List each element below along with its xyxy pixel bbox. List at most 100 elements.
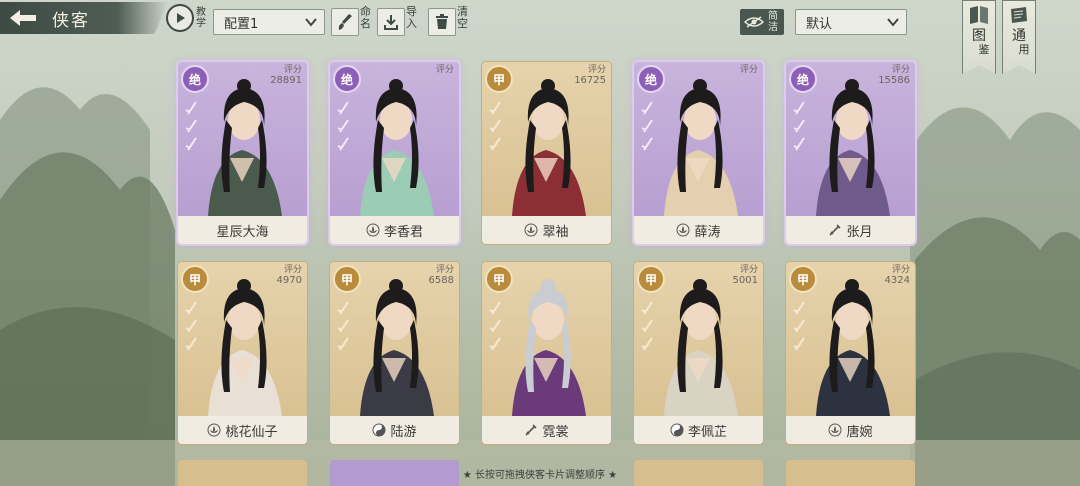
trash-icon [436, 14, 448, 29]
eye-icon [744, 16, 764, 28]
score-label: 评分 [283, 65, 302, 75]
common-label-2: 用 [1018, 43, 1030, 56]
hero-name-bar: 星辰大海 [178, 216, 307, 244]
back-arrow-icon [10, 10, 36, 26]
lotus-icon [207, 423, 221, 437]
top-bar: 侠客 教学 配置1 命名 导入 清空 简洁 默认 图 鉴 通 用 [0, 0, 1080, 74]
score-box: 评分 16725 [574, 65, 606, 86]
back-button[interactable]: 侠客 [0, 2, 168, 34]
hero-card[interactable]: 绝 评分薛涛 [634, 62, 763, 244]
score-value: 6588 [428, 275, 454, 286]
hero-name: 星辰大海 [216, 224, 269, 240]
score-label: 评分 [435, 65, 454, 75]
star-swords-icon [337, 101, 349, 151]
hero-card[interactable]: 甲 评分 4970 桃花仙子 [178, 262, 307, 444]
rank-badge: 绝 [637, 65, 665, 93]
rank-badge: 甲 [485, 65, 513, 93]
rank-badge: 甲 [637, 265, 665, 293]
rank-badge: 甲 [789, 265, 817, 293]
score-label: 评分 [739, 265, 758, 275]
star-swords-icon [793, 101, 805, 151]
rank-badge: 甲 [485, 265, 513, 293]
score-value: 16725 [574, 75, 606, 86]
config-value: 配置1 [224, 16, 259, 32]
hero-card[interactable]: 甲 评分 6588 陆游 [330, 262, 459, 444]
sword-icon [525, 424, 538, 436]
play-icon [177, 13, 185, 23]
clear-button[interactable] [428, 8, 456, 36]
hero-card[interactable]: 甲 评分 16725 翠袖 [482, 62, 611, 244]
rename-button[interactable] [331, 8, 359, 36]
rename-label: 命名 [360, 5, 371, 30]
lotus-icon [676, 223, 690, 237]
atlas-button[interactable]: 图 鉴 [962, 0, 996, 74]
rank-badge: 甲 [181, 265, 209, 293]
score-label: 评分 [891, 265, 910, 275]
hero-card[interactable]: 绝 评分 李香君 [330, 62, 459, 244]
brush-icon [338, 14, 352, 30]
hero-name-bar: 薛涛 [634, 216, 763, 244]
chevron-down-icon [887, 18, 899, 27]
book-icon [970, 6, 988, 24]
star-swords-icon [641, 301, 653, 351]
star-swords-icon [793, 301, 805, 351]
import-button[interactable] [377, 8, 405, 36]
hero-card[interactable]: 甲霓裳 [482, 262, 611, 444]
star-swords-icon [185, 101, 197, 151]
tutorial-button[interactable]: 教学 [166, 4, 208, 32]
score-box: 评分 [436, 65, 454, 75]
hero-name-bar: 翠袖 [482, 216, 611, 244]
hero-name: 陆游 [390, 424, 417, 440]
star-swords-icon [489, 301, 501, 351]
import-label: 导入 [406, 5, 417, 30]
drag-hint: ★ 长按可拖拽侠客卡片调整顺序 ★ [462, 470, 618, 481]
simple-label: 简洁 [768, 11, 778, 33]
star-swords-icon [337, 301, 349, 351]
taiji-icon [670, 423, 684, 437]
hero-card[interactable]: 绝 评分 28891 星辰大海 [178, 62, 307, 244]
common-label-1: 通 [1012, 28, 1026, 44]
hero-name: 桃花仙子 [225, 424, 278, 440]
score-value: 28891 [270, 75, 302, 86]
tutorial-label: 教学 [196, 7, 206, 29]
score-box: 评分 6588 [429, 265, 454, 286]
lotus-icon [524, 223, 538, 237]
sort-select[interactable]: 默认 [795, 9, 907, 35]
score-box: 评分 5001 [733, 265, 758, 286]
hero-name-bar: 霓裳 [482, 416, 611, 444]
hero-name: 唐婉 [846, 424, 873, 440]
hero-name-bar: 唐婉 [786, 416, 915, 444]
score-box: 评分 4970 [277, 265, 302, 286]
hero-card[interactable]: 甲 评分 4324 唐婉 [786, 262, 915, 444]
star-swords-icon [489, 101, 501, 151]
hero-name-bar: 李香君 [330, 216, 459, 244]
hero-name-bar: 桃花仙子 [178, 416, 307, 444]
sword-icon [829, 224, 842, 236]
star-swords-icon [641, 101, 653, 151]
hero-name-bar: 张月 [786, 216, 915, 244]
simple-view-toggle[interactable]: 简洁 [740, 9, 784, 35]
hero-card[interactable]: 甲 评分 5001 李佩芷 [634, 262, 763, 444]
score-value: 15586 [878, 75, 910, 86]
rank-badge: 甲 [333, 265, 361, 293]
hero-name: 翠袖 [542, 224, 569, 240]
taiji-icon [372, 423, 386, 437]
score-box: 评分 15586 [878, 65, 910, 86]
score-label: 评分 [739, 65, 758, 75]
score-label: 评分 [587, 65, 606, 75]
config-select[interactable]: 配置1 [213, 9, 325, 35]
hero-name: 薛涛 [694, 224, 721, 240]
lotus-icon [828, 423, 842, 437]
common-button[interactable]: 通 用 [1002, 0, 1036, 74]
score-label: 评分 [283, 265, 302, 275]
score-label: 评分 [435, 265, 454, 275]
hero-name-bar: 李佩芷 [634, 416, 763, 444]
page-title: 侠客 [52, 10, 90, 31]
atlas-label-1: 图 [972, 28, 986, 44]
lotus-icon [366, 223, 380, 237]
hero-card[interactable]: 绝 评分 15586 张月 [786, 62, 915, 244]
score-value: 5001 [732, 275, 758, 286]
rank-badge: 绝 [181, 65, 209, 93]
score-box: 评分 4324 [885, 265, 910, 286]
import-icon [384, 15, 398, 30]
